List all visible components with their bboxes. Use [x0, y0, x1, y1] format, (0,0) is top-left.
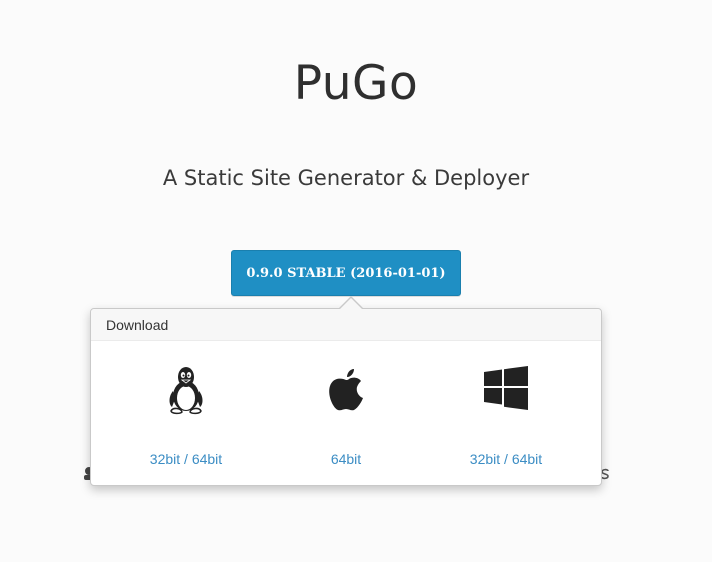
version-download-button[interactable]: 0.9.0 STABLE (2016-01-01): [231, 250, 461, 296]
linux-tux-icon: [111, 365, 261, 431]
apple-icon: [271, 365, 421, 431]
download-mac: 64bit: [271, 365, 421, 467]
popover-title: Download: [91, 309, 601, 341]
page: PuGo A Static Site Generator & Deployer …: [0, 0, 712, 562]
download-linux: 32bit / 64bit: [111, 365, 261, 467]
linux-download-link[interactable]: 32bit / 64bit: [111, 451, 261, 467]
download-windows: 32bit / 64bit: [431, 365, 581, 467]
site-tagline: A Static Site Generator & Deployer: [162, 166, 530, 190]
popover-arrow-fill: [339, 298, 363, 310]
mac-download-link[interactable]: 64bit: [271, 451, 421, 467]
windows-download-link[interactable]: 32bit / 64bit: [431, 451, 581, 467]
download-popover: Download 32bit / 64bit 64bit 32bit / 64b…: [90, 308, 602, 486]
windows-icon: [431, 365, 581, 431]
site-title: PuGo: [293, 56, 419, 111]
